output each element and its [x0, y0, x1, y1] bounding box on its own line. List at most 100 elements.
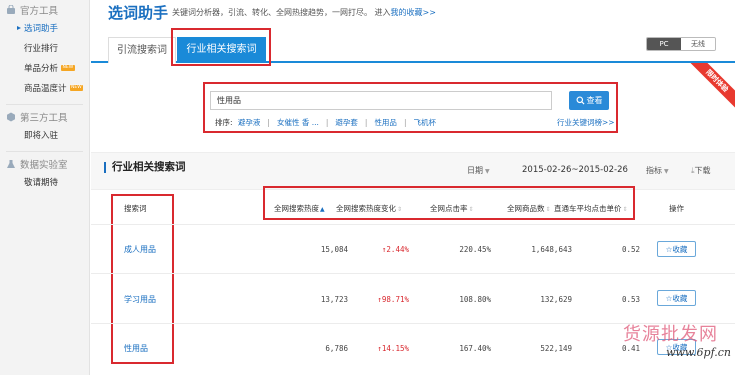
date-range: 2015-02-26~2015-02-26 [522, 165, 628, 175]
tab-traffic-keywords[interactable]: 引流搜索词 [108, 37, 176, 63]
favorite-button[interactable]: ☆ 收藏 [657, 290, 696, 306]
sort-divider: | [403, 118, 407, 127]
cell-heat: 13,723 [320, 295, 348, 304]
cell-heat: 6,786 [325, 344, 348, 353]
cell-change-value: 98.71% [381, 295, 409, 304]
ribbon-corner: 限时体验 [681, 63, 735, 117]
sidebar-item-label: 商品温度计 [24, 84, 67, 94]
search-input[interactable] [210, 91, 552, 110]
sidebar-item-stay-tuned[interactable]: 敬请期待 [0, 172, 89, 192]
sidebar-group-title: 官方工具 [20, 6, 59, 17]
sidebar-item-label: 选词助手 [24, 24, 59, 34]
keyword-link[interactable]: 性用品 [124, 343, 148, 354]
sidebar-item-industry-rank[interactable]: 行业排行 [0, 38, 89, 58]
star-icon: ☆ [665, 293, 673, 303]
column-header-cpc[interactable]: 直通车平均点击单价⇕ [554, 203, 628, 214]
metric-dropdown[interactable]: 指标 ▼ [646, 165, 669, 176]
sidebar-group-title: 数据实验室 [20, 160, 68, 171]
favorite-label: 收藏 [672, 293, 688, 303]
sidebar-item-product-analysis[interactable]: 单品分析 NEW [0, 58, 89, 78]
section-title: 行业相关搜索词 [104, 162, 186, 173]
column-header-actions: 操作 [669, 204, 684, 213]
chevron-down-icon: ▼ [664, 168, 669, 175]
cell-count: 1,648,643 [531, 245, 572, 254]
chevron-down-icon: ▼ [485, 168, 490, 175]
watermark-url: www.6pf.cn [666, 346, 731, 359]
column-header-label: 全网搜索热度变化 [336, 204, 396, 213]
sidebar-group-third-party: 第三方工具 即将入驻 [0, 107, 89, 145]
sort-option[interactable]: 避孕液 [238, 118, 261, 127]
column-header-ctr[interactable]: 全网点击率⇕ [430, 203, 474, 214]
search-button-label: 查看 [586, 96, 603, 105]
sidebar-divider [6, 151, 83, 152]
column-header-heat-change[interactable]: 全网搜索热度变化⇕ [336, 203, 402, 214]
sidebar-group-official: 官方工具 选词助手 行业排行 单品分析 NEW 商品温度计 NEW [0, 0, 89, 98]
sort-icon: ⇕ [545, 206, 551, 213]
new-badge: NEW [61, 65, 75, 71]
cell-change-value: 14.15% [381, 344, 409, 353]
date-label: 日期 [467, 166, 483, 175]
sidebar-group-heading: 官方工具 [0, 2, 89, 18]
device-wireless-button[interactable]: 无线 [681, 38, 715, 50]
my-favorites-link[interactable]: 我的收藏>> [391, 8, 436, 17]
cell-change: ↑98.71% [377, 295, 409, 304]
sort-line: 排序: 避孕液 | 女催性 香 ... | 避孕套 | 性用品 | 飞机杯 [215, 117, 436, 128]
column-header-label: 全网点击率 [430, 204, 468, 213]
sidebar-group-title: 第三方工具 [20, 113, 68, 124]
main-content: 选词助手 关键词分析器，引流、转化、全网热搜趋势，一网打尽。 进入我的收藏>> … [91, 0, 735, 375]
cell-cpc: 0.53 [621, 295, 640, 304]
search-button[interactable]: 查看 [569, 91, 609, 110]
sort-icon: ⇕ [397, 206, 403, 213]
cell-heat: 15,084 [320, 245, 348, 254]
sidebar-item-label: 单品分析 [24, 64, 59, 74]
column-header-label: 全网商品数 [507, 204, 545, 213]
search-icon [575, 96, 585, 105]
sidebar-item-coming-soon[interactable]: 即将入驻 [0, 125, 89, 145]
keyword-link[interactable]: 成人用品 [124, 244, 156, 255]
bag-icon [7, 5, 15, 14]
sort-icon: ⇕ [622, 206, 628, 213]
sidebar-item-product-thermometer[interactable]: 商品温度计 NEW [0, 78, 89, 98]
keyword-link[interactable]: 学习用品 [124, 294, 156, 305]
trial-ribbon: 限时体验 [684, 63, 735, 114]
sort-option[interactable]: 飞机杯 [413, 118, 436, 127]
page-description: 关键词分析器，引流、转化、全网热搜趋势，一网打尽。 进入我的收藏>> [172, 7, 436, 18]
sort-divider: | [267, 118, 270, 127]
tab-bar: 引流搜索词 行业相关搜索词 [91, 31, 735, 63]
page-title: 选词助手 [108, 4, 169, 22]
industry-keyword-rank-link[interactable]: 行业关键词榜>> [557, 117, 615, 128]
cell-change: ↑2.44% [382, 245, 409, 254]
watermark-text: 货源批发网 [623, 324, 718, 345]
sidebar-item-label: 敬请期待 [24, 178, 59, 188]
sidebar-group-data-lab: 数据实验室 敬请期待 [0, 154, 89, 192]
favorite-button[interactable]: ☆ 收藏 [657, 241, 696, 257]
column-header-label: 全网搜索热度 [274, 204, 319, 213]
hexagon-icon [7, 112, 15, 122]
sidebar-divider [6, 104, 83, 105]
cell-cpc: 0.52 [621, 245, 640, 254]
metric-label: 指标 [646, 166, 662, 175]
column-header-keyword: 搜索词 [124, 204, 147, 213]
tab-industry-keywords[interactable]: 行业相关搜索词 [177, 37, 266, 63]
sidebar-item-keyword-assistant[interactable]: 选词助手 [0, 18, 89, 38]
sort-option[interactable]: 避孕套 [335, 118, 358, 127]
column-header-search-heat[interactable]: 全网搜索热度▲ [274, 203, 325, 214]
description-text: 关键词分析器，引流、转化、全网热搜趋势，一网打尽。 进入 [172, 8, 391, 17]
star-icon: ☆ [665, 244, 673, 254]
cell-change-value: 2.44% [386, 245, 409, 254]
cell-change: ↑14.15% [377, 344, 409, 353]
sort-divider: | [364, 118, 368, 127]
sidebar-group-heading: 数据实验室 [0, 156, 89, 172]
sort-option[interactable]: 性用品 [374, 118, 397, 127]
section-header: 行业相关搜索词 日期 ▼ 2015-02-26~2015-02-26 指标 ▼ ⤓下… [91, 152, 735, 190]
device-pc-button[interactable]: PC [647, 38, 681, 50]
column-header-product-count[interactable]: 全网商品数⇕ [507, 203, 551, 214]
date-dropdown[interactable]: 日期 ▼ [467, 165, 490, 176]
sort-option[interactable]: 女催性 香 ... [277, 118, 319, 127]
row-divider [91, 224, 735, 225]
row-divider [91, 273, 735, 274]
cell-count: 522,149 [540, 344, 572, 353]
sidebar-item-label: 即将入驻 [24, 131, 59, 141]
column-header-label: 直通车平均点击单价 [554, 204, 622, 213]
download-button[interactable]: ⤓下载 [691, 165, 711, 176]
